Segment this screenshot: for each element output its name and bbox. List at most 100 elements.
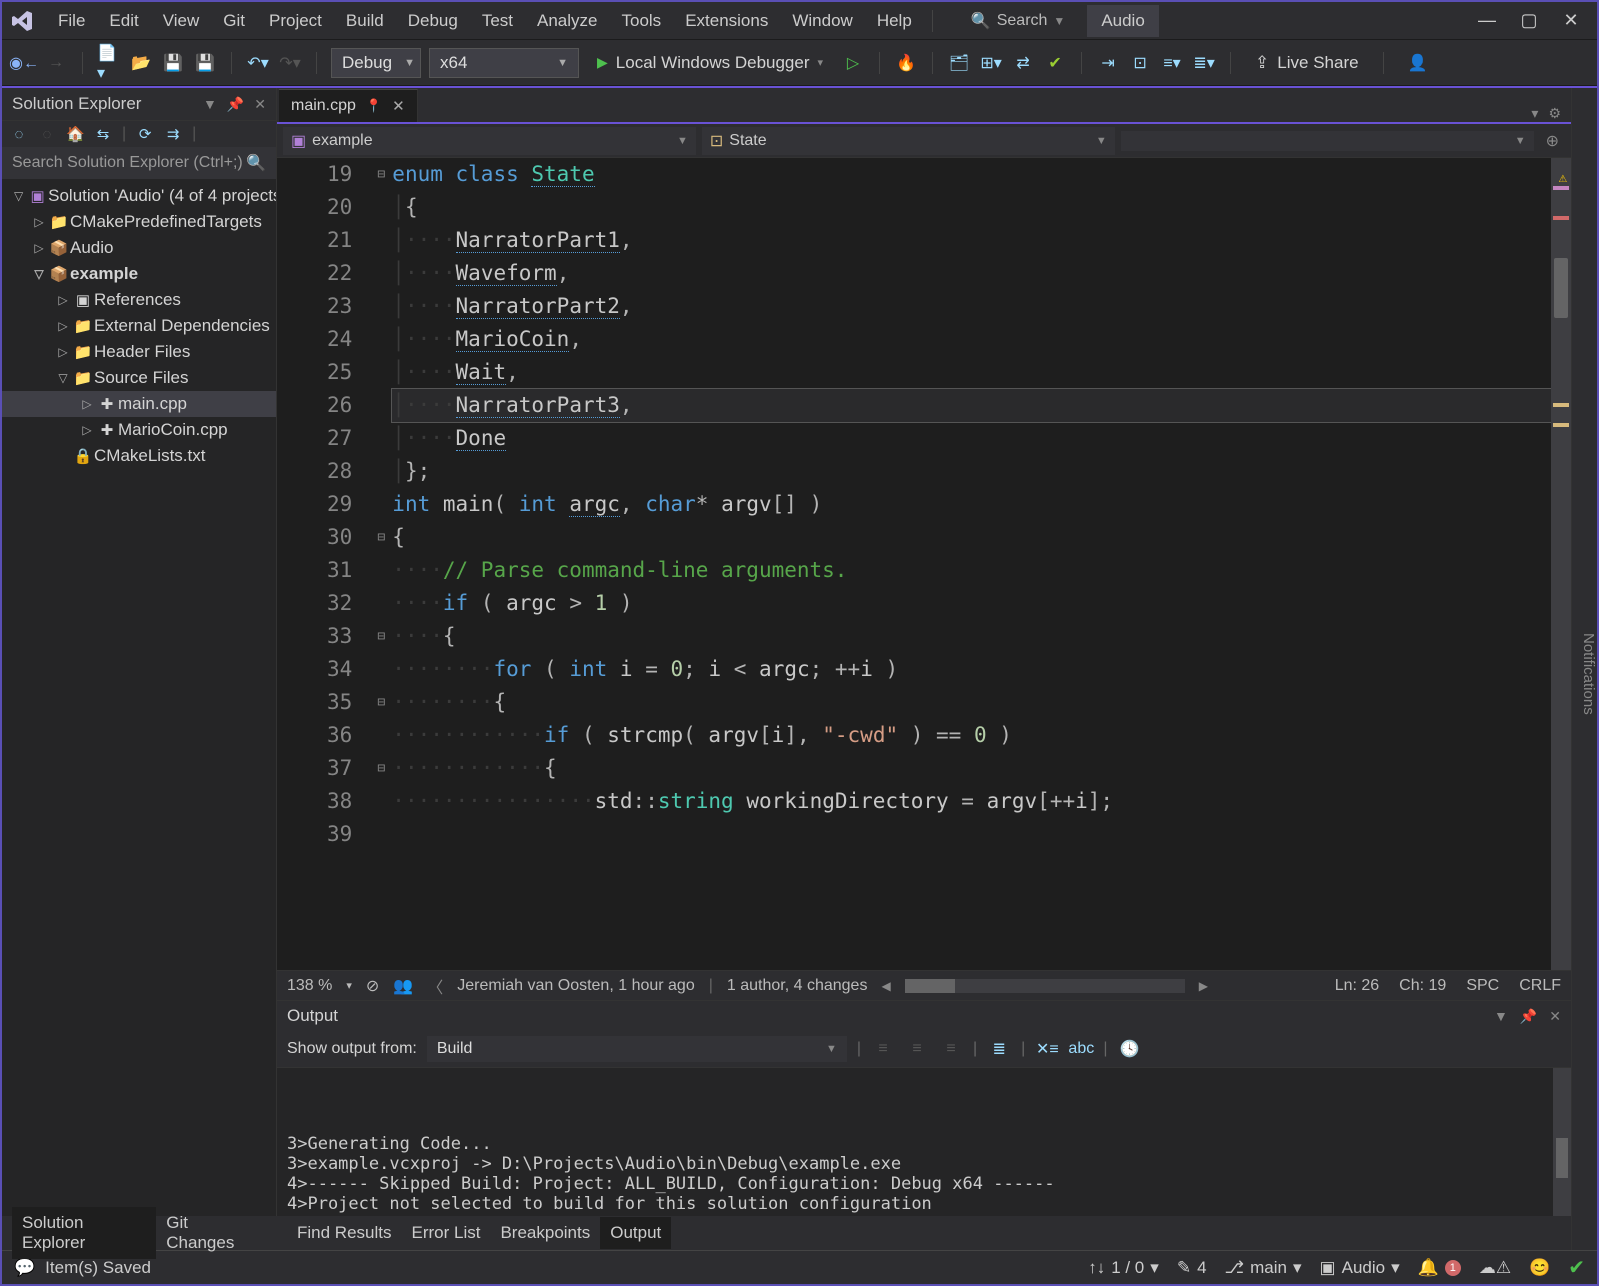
expander-icon[interactable]: ▷ [54,293,72,307]
tree-item[interactable]: ▷✚main.cpp [2,391,276,417]
zoom-chev-icon[interactable]: ▾ [346,979,352,992]
output-body[interactable]: 3>Generating Code...3>example.vcxproj ->… [277,1068,1571,1230]
save-icon[interactable]: 💾 [161,51,185,75]
notif-status[interactable]: 🔔1 [1418,1258,1461,1278]
function-combo[interactable]: ▼ [1121,131,1534,151]
platform-select[interactable]: x64▼ [429,48,579,78]
config-select[interactable]: Debug▼ [331,48,421,78]
maximize-button[interactable]: ▢ [1519,10,1539,31]
comment-icon[interactable]: ≣▾ [1192,51,1216,75]
menu-test[interactable]: Test [470,7,525,35]
step-into-icon[interactable]: ⇥ [1096,51,1120,75]
menu-view[interactable]: View [151,7,212,35]
notifications-rail[interactable]: Notifications [1571,88,1597,1250]
sync-status[interactable]: ↑↓ 1 / 0 ▾ [1088,1258,1159,1278]
h-scroll[interactable] [905,979,1185,993]
live-share-button[interactable]: ⇪ Live Share [1245,49,1369,77]
bottom-tab[interactable]: Error List [401,1217,490,1249]
step-over-icon[interactable]: ⊡ [1128,51,1152,75]
close-icon[interactable]: ✕ [392,97,405,115]
tree-item[interactable]: ▷📁Header Files [2,339,276,365]
browse-icon[interactable]: 🗂 [947,51,971,75]
tree-item[interactable]: ▽📦example [2,261,276,287]
no-issues-icon[interactable]: ⊘ [366,976,379,996]
solution-tree[interactable]: ▽ ▣ Solution 'Audio' (4 of 4 projects) ▷… [2,179,276,1230]
tree-item[interactable]: ▷▣References [2,287,276,313]
enc-label[interactable]: SPC [1466,977,1499,995]
menu-project[interactable]: Project [257,7,334,35]
eol-label[interactable]: CRLF [1519,977,1561,995]
tree-item[interactable]: ▷✚MarioCoin.cpp [2,417,276,443]
cloud-status[interactable]: ☁⚠ [1479,1258,1511,1278]
sync-icon[interactable]: ⇄ [1011,51,1035,75]
sync-tree-icon[interactable]: ⇆ [94,125,112,143]
expander-icon[interactable]: ▷ [30,215,48,229]
bottom-tab[interactable]: Git Changes [156,1207,267,1259]
line-label[interactable]: Ln: 26 [1335,977,1379,995]
authors-label[interactable]: 1 author, 4 changes [727,977,868,995]
menu-analyze[interactable]: Analyze [525,7,609,35]
collapse-icon[interactable]: ⇉ [164,125,182,143]
hot-reload-icon[interactable]: 🔥 [894,51,918,75]
changes-status[interactable]: ✎ 4 [1177,1258,1207,1278]
menu-edit[interactable]: Edit [97,7,150,35]
pin-icon[interactable]: 📌 [227,96,244,113]
expander-icon[interactable]: ▽ [10,189,27,203]
expander-icon[interactable]: ▷ [30,241,48,255]
minimize-button[interactable]: ― [1477,10,1497,31]
gear-icon[interactable]: ⚙ [1548,105,1561,122]
tree-item[interactable]: ▷📦Audio [2,235,276,261]
search-solution-input[interactable]: Search Solution Explorer (Ctrl+;) 🔍 [2,147,276,179]
split-icon[interactable]: ⊕ [1540,131,1565,151]
pin-icon[interactable]: 📍 [366,98,382,114]
dropdown-icon[interactable]: ▼ [1494,1008,1508,1025]
expander-icon[interactable]: ▷ [54,319,72,333]
fold-gutter[interactable]: ⊟⊟⊟⊟⊟ [370,158,392,970]
menu-tools[interactable]: Tools [610,7,674,35]
clock-icon[interactable]: 🕓 [1117,1037,1141,1061]
fwd-icon[interactable]: ◌ [38,126,56,143]
users-icon[interactable]: 👥 [393,976,413,996]
clear-icon[interactable]: ≣ [987,1037,1011,1061]
close-icon[interactable]: ✕ [254,96,266,113]
redo-icon[interactable]: ↷▾ [278,51,302,75]
repo-status[interactable]: ▣ Audio ▾ [1320,1258,1400,1278]
nav-fwd-icon[interactable]: → [44,51,68,75]
play-nodbg-icon[interactable]: ▷ [841,51,865,75]
menu-build[interactable]: Build [334,7,396,35]
word-wrap-icon[interactable]: abc [1069,1037,1093,1061]
open-icon[interactable]: 📂 [129,51,153,75]
indent-r-icon[interactable]: ≡ [939,1037,963,1061]
hnext-icon[interactable]: ▶ [1199,979,1208,993]
save-all-icon[interactable]: 💾 [193,51,217,75]
warning-icon[interactable]: ⚠ [1559,162,1567,195]
indent-c-icon[interactable]: ≡ [905,1037,929,1061]
tree-item[interactable]: ▷📁External Dependencies [2,313,276,339]
member-combo[interactable]: ⊡State▼ [702,127,1115,155]
new-item-icon[interactable]: 📄▾ [97,51,121,75]
account-icon[interactable]: 👤 [1406,51,1430,75]
vertical-scrollbar[interactable]: ⚠ [1551,158,1571,970]
refresh-icon[interactable]: ⟳ [136,125,154,143]
author-label[interactable]: Jeremiah van Oosten, 1 hour ago [457,977,694,995]
bottom-tab[interactable]: Output [600,1217,671,1249]
dropdown-icon[interactable]: ▾ [1531,105,1538,122]
expander-icon[interactable]: ▷ [54,345,72,359]
menu-help[interactable]: Help [865,7,924,35]
menu-extensions[interactable]: Extensions [673,7,780,35]
undo-icon[interactable]: ↶▾ [246,51,270,75]
menu-debug[interactable]: Debug [396,7,470,35]
bottom-tab[interactable]: Solution Explorer [12,1207,156,1259]
dropdown-icon[interactable]: ▼ [203,96,217,113]
vertical-scrollbar[interactable] [1553,1068,1571,1230]
build-ok-icon[interactable]: ✔ [1568,1255,1585,1280]
tree-item[interactable]: 🔒CMakeLists.txt [2,443,276,469]
back-icon[interactable]: ◌ [10,126,28,143]
branch-status[interactable]: ⎇ main ▾ [1225,1258,1302,1278]
hprev-icon[interactable]: ◀ [881,979,890,993]
tree-item[interactable]: ▷📁CMakePredefinedTargets [2,209,276,235]
menu-window[interactable]: Window [780,7,864,35]
zoom-label[interactable]: 138 % [287,977,332,995]
menu-git[interactable]: Git [211,7,257,35]
indent-l-icon[interactable]: ≡ [871,1037,895,1061]
